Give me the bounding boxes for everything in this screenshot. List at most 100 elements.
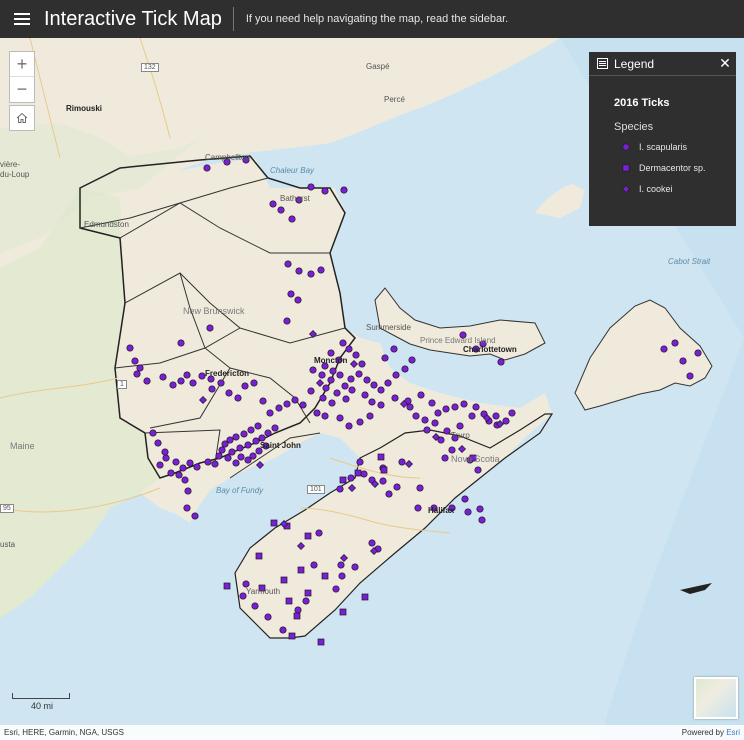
tick-point-scapularis[interactable] xyxy=(302,597,310,605)
tick-point-scapularis[interactable] xyxy=(377,386,385,394)
tick-point-scapularis[interactable] xyxy=(368,539,376,547)
tick-point-dermacentor[interactable] xyxy=(304,589,312,597)
tick-point-scapularis[interactable] xyxy=(295,267,303,275)
tick-point-scapularis[interactable] xyxy=(392,371,400,379)
map-view[interactable]: Rimouski Gaspé Percé vière- du-Loup Camp… xyxy=(0,38,744,740)
tick-point-dermacentor[interactable] xyxy=(255,552,263,560)
tick-point-scapularis[interactable] xyxy=(476,505,484,513)
tick-point-scapularis[interactable] xyxy=(351,563,359,571)
tick-point-scapularis[interactable] xyxy=(333,389,341,397)
tick-point-scapularis[interactable] xyxy=(508,409,516,417)
tick-point-scapularis[interactable] xyxy=(169,381,177,389)
tick-point-scapularis[interactable] xyxy=(401,365,409,373)
tick-point-scapularis[interactable] xyxy=(340,186,348,194)
tick-point-scapularis[interactable] xyxy=(251,602,259,610)
tick-point-scapularis[interactable] xyxy=(319,394,327,402)
tick-point-scapularis[interactable] xyxy=(366,412,374,420)
tick-point-scapularis[interactable] xyxy=(269,200,277,208)
tick-point-scapularis[interactable] xyxy=(355,370,363,378)
tick-point-scapularis[interactable] xyxy=(315,529,323,537)
tick-point-scapularis[interactable] xyxy=(660,345,668,353)
tick-point-scapularis[interactable] xyxy=(412,412,420,420)
tick-point-scapularis[interactable] xyxy=(284,260,292,268)
tick-point-scapularis[interactable] xyxy=(441,454,449,462)
tick-point-dermacentor[interactable] xyxy=(293,612,301,620)
tick-point-scapularis[interactable] xyxy=(423,426,431,434)
tick-point-scapularis[interactable] xyxy=(159,373,167,381)
tick-point-scapularis[interactable] xyxy=(339,339,347,347)
tick-point-scapularis[interactable] xyxy=(161,448,169,456)
tick-point-scapularis[interactable] xyxy=(428,399,436,407)
tick-point-scapularis[interactable] xyxy=(317,266,325,274)
tick-point-dermacentor[interactable] xyxy=(285,597,293,605)
tick-point-scapularis[interactable] xyxy=(379,477,387,485)
tick-point-scapularis[interactable] xyxy=(338,572,346,580)
tick-point-scapularis[interactable] xyxy=(390,345,398,353)
tick-point-scapularis[interactable] xyxy=(434,409,442,417)
tick-point-scapularis[interactable] xyxy=(271,424,279,432)
tick-point-scapularis[interactable] xyxy=(448,446,456,454)
tick-point-scapularis[interactable] xyxy=(327,376,335,384)
tick-point-scapularis[interactable] xyxy=(307,270,315,278)
tick-point-scapularis[interactable] xyxy=(502,417,510,425)
tick-point-scapularis[interactable] xyxy=(322,384,330,392)
tick-point-scapularis[interactable] xyxy=(332,585,340,593)
tick-point-scapularis[interactable] xyxy=(342,395,350,403)
tick-point-scapularis[interactable] xyxy=(208,385,216,393)
tick-point-scapularis[interactable] xyxy=(244,441,252,449)
tick-point-scapularis[interactable] xyxy=(136,364,144,372)
tick-point-scapularis[interactable] xyxy=(492,412,500,420)
tick-point-scapularis[interactable] xyxy=(460,400,468,408)
tick-point-scapularis[interactable] xyxy=(345,345,353,353)
tick-point-scapularis[interactable] xyxy=(299,401,307,409)
tick-point-scapularis[interactable] xyxy=(236,444,244,452)
tick-point-scapularis[interactable] xyxy=(167,469,175,477)
tick-point-scapularis[interactable] xyxy=(341,382,349,390)
tick-point-scapularis[interactable] xyxy=(414,504,422,512)
tick-point-scapularis[interactable] xyxy=(232,433,240,441)
tick-point-dermacentor[interactable] xyxy=(377,453,385,461)
tick-point-dermacentor[interactable] xyxy=(380,466,388,474)
tick-point-scapularis[interactable] xyxy=(408,356,416,364)
tick-point-scapularis[interactable] xyxy=(126,344,134,352)
tick-point-scapularis[interactable] xyxy=(384,379,392,387)
tick-point-scapularis[interactable] xyxy=(391,394,399,402)
tick-point-dermacentor[interactable] xyxy=(317,638,325,646)
tick-point-scapularis[interactable] xyxy=(417,391,425,399)
tick-point-scapularis[interactable] xyxy=(183,371,191,379)
tick-point-scapularis[interactable] xyxy=(275,404,283,412)
tick-point-scapularis[interactable] xyxy=(451,403,459,411)
hamburger-menu-icon[interactable] xyxy=(0,0,44,38)
tick-point-scapularis[interactable] xyxy=(287,290,295,298)
tick-point-scapularis[interactable] xyxy=(336,414,344,422)
tick-point-scapularis[interactable] xyxy=(474,466,482,474)
tick-point-scapularis[interactable] xyxy=(352,351,360,359)
tick-point-scapularis[interactable] xyxy=(191,512,199,520)
tick-point-scapularis[interactable] xyxy=(370,381,378,389)
tick-point-scapularis[interactable] xyxy=(321,187,329,195)
tick-point-scapularis[interactable] xyxy=(203,164,211,172)
tick-point-dermacentor[interactable] xyxy=(297,566,305,574)
tick-point-scapularis[interactable] xyxy=(175,471,183,479)
tick-point-scapularis[interactable] xyxy=(456,422,464,430)
tick-point-scapularis[interactable] xyxy=(361,391,369,399)
tick-point-scapularis[interactable] xyxy=(224,454,232,462)
tick-point-scapularis[interactable] xyxy=(497,358,505,366)
tick-point-scapularis[interactable] xyxy=(694,349,702,357)
tick-point-scapularis[interactable] xyxy=(307,183,315,191)
tick-point-dermacentor[interactable] xyxy=(321,572,329,580)
tick-point-dermacentor[interactable] xyxy=(270,519,278,527)
tick-point-scapularis[interactable] xyxy=(189,379,197,387)
tick-point-scapularis[interactable] xyxy=(149,429,157,437)
home-button[interactable] xyxy=(9,105,35,131)
tick-point-scapularis[interactable] xyxy=(217,379,225,387)
tick-point-scapularis[interactable] xyxy=(294,606,302,614)
tick-point-scapularis[interactable] xyxy=(266,409,274,417)
tick-point-scapularis[interactable] xyxy=(215,452,223,460)
tick-point-scapularis[interactable] xyxy=(177,377,185,385)
tick-point-scapularis[interactable] xyxy=(288,215,296,223)
tick-point-scapularis[interactable] xyxy=(398,458,406,466)
tick-point-scapularis[interactable] xyxy=(321,412,329,420)
tick-point-scapularis[interactable] xyxy=(172,458,180,466)
tick-point-scapularis[interactable] xyxy=(363,376,371,384)
